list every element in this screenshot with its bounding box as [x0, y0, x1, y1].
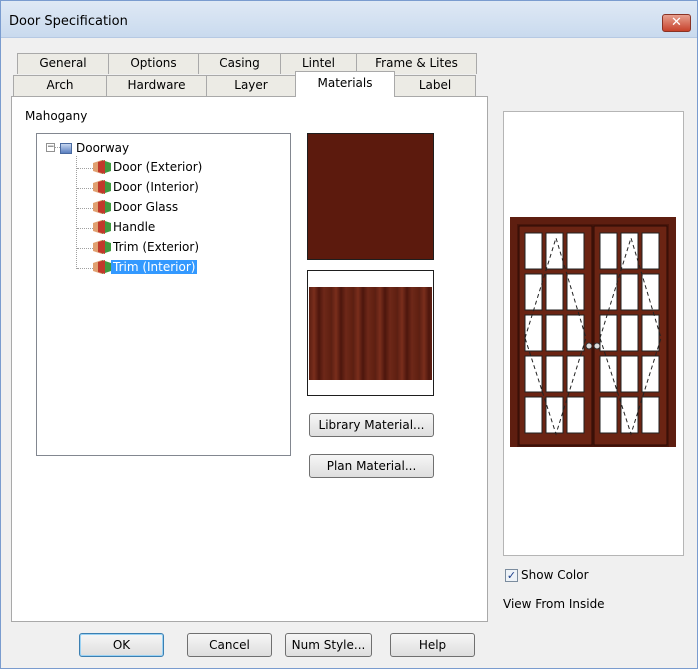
tab-general[interactable]: General — [17, 53, 109, 74]
help-button[interactable]: Help — [390, 633, 475, 657]
tab-options[interactable]: Options — [108, 53, 199, 74]
glass-lite — [641, 232, 660, 270]
ok-button[interactable]: OK — [79, 633, 164, 657]
collapse-icon[interactable]: − — [46, 143, 55, 152]
material-texture-preview — [307, 270, 434, 396]
tree-item-label: Door (Interior) — [113, 180, 199, 194]
double-door-image — [510, 217, 676, 447]
material-icon — [93, 160, 111, 174]
num-style-button[interactable]: Num Style... — [285, 633, 372, 657]
tab-casing[interactable]: Casing — [198, 53, 281, 74]
show-color-checkbox[interactable]: ✓ — [505, 569, 518, 582]
tree-item-label: Door Glass — [113, 200, 179, 214]
glass-lite — [641, 273, 660, 311]
material-icon — [93, 240, 111, 254]
material-tree[interactable]: − Doorway Door (Exterior) Door (Interior… — [36, 133, 291, 456]
plan-material-button[interactable]: Plan Material... — [309, 454, 434, 478]
material-icon — [93, 260, 111, 274]
tree-item-label: Handle — [113, 220, 156, 234]
folder-icon — [60, 143, 72, 154]
door-knob-right — [593, 342, 601, 350]
tree-item-label: Trim (Interior) — [111, 260, 198, 274]
glass-lite — [545, 396, 564, 434]
glass-lite — [620, 273, 639, 311]
glass-lite — [545, 273, 564, 311]
glass-lite — [641, 355, 660, 393]
library-material-button[interactable]: Library Material... — [309, 413, 434, 437]
material-icon — [93, 200, 111, 214]
glass-lite — [566, 314, 585, 352]
show-color-label[interactable]: Show Color — [521, 568, 589, 582]
glass-lite — [620, 314, 639, 352]
material-icon — [93, 180, 111, 194]
check-icon: ✓ — [506, 569, 517, 582]
glass-lite — [566, 355, 585, 393]
tab-label[interactable]: Label — [394, 75, 476, 96]
glass-lite — [566, 273, 585, 311]
mahogany-texture — [309, 287, 432, 380]
cancel-button[interactable]: Cancel — [187, 633, 272, 657]
glass-lite — [620, 355, 639, 393]
glass-lite — [599, 232, 618, 270]
glass-lite — [545, 314, 564, 352]
material-icon — [93, 220, 111, 234]
glass-lite — [566, 232, 585, 270]
material-name-label: Mahogany — [25, 109, 88, 123]
glass-lite — [641, 314, 660, 352]
tab-arch[interactable]: Arch — [13, 75, 107, 96]
title-bar: Door Specification ✕ — [1, 1, 697, 38]
material-color-swatch — [307, 133, 434, 260]
glass-lite — [599, 273, 618, 311]
tree-item-label: Trim (Exterior) — [113, 240, 200, 254]
close-icon: ✕ — [671, 15, 682, 30]
glass-lite — [545, 355, 564, 393]
glass-lite — [524, 232, 543, 270]
tab-layer[interactable]: Layer — [206, 75, 296, 96]
glass-lite — [599, 355, 618, 393]
tab-hardware[interactable]: Hardware — [106, 75, 207, 96]
tree-item-label: Door (Exterior) — [113, 160, 203, 174]
glass-lite — [599, 396, 618, 434]
glass-lite — [641, 396, 660, 434]
glass-lite — [620, 396, 639, 434]
close-button[interactable]: ✕ — [662, 14, 691, 32]
glass-lite — [524, 273, 543, 311]
view-from-inside-label: View From Inside — [503, 597, 605, 611]
window-title: Door Specification — [9, 14, 128, 29]
glass-lite — [524, 355, 543, 393]
tree-root-label[interactable]: Doorway — [76, 141, 129, 155]
glass-lite — [524, 396, 543, 434]
door-preview — [503, 111, 684, 556]
glass-lite — [566, 396, 585, 434]
door-lites-right — [599, 232, 660, 434]
door-lites-left — [524, 232, 585, 434]
door-knob-left — [585, 342, 593, 350]
tab-materials[interactable]: Materials — [295, 71, 395, 97]
